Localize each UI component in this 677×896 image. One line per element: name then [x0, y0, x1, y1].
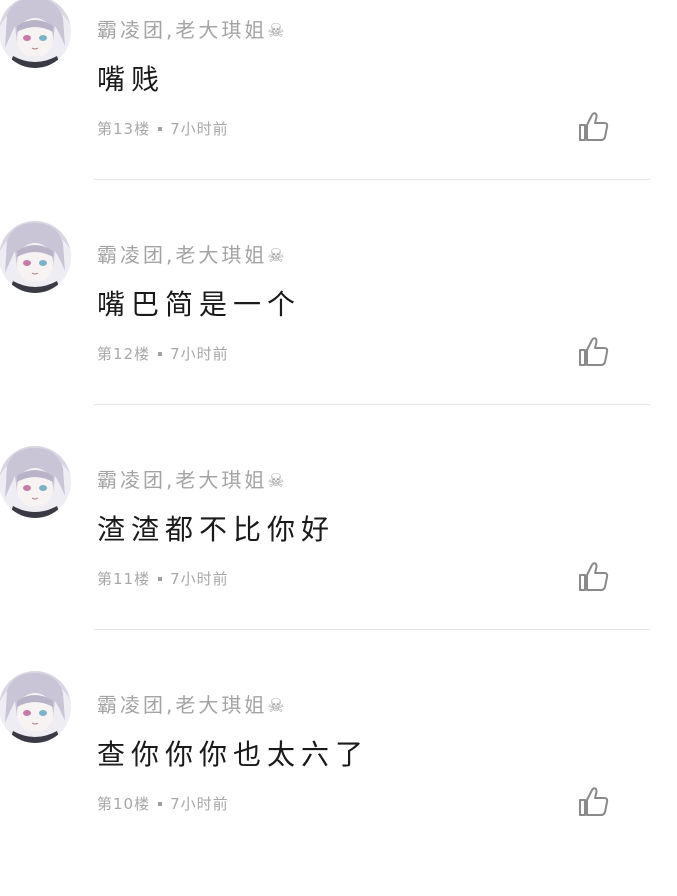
comment-text: 嘴巴简是一个: [97, 288, 302, 321]
username-text: 霸凌团,老大琪姐: [97, 468, 268, 492]
comment-list: 霸凌团,老大琪姐☠ 嘴贱 第13楼 7小时前 霸凌团,老大琪姐☠ 嘴巴简是一个 …: [0, 0, 677, 896]
thumbs-up-icon: [579, 112, 609, 141]
floor-number: 第10楼: [97, 795, 151, 813]
username-text: 霸凌团,老大琪姐: [97, 693, 268, 717]
floor-number: 第13楼: [97, 120, 151, 138]
comment-item: 霸凌团,老大琪姐☠ 查你你你也太六了 第10楼 7小时前: [0, 671, 677, 896]
comment-meta: 第10楼 7小时前: [97, 795, 229, 813]
separator-dot: [158, 126, 163, 131]
username[interactable]: 霸凌团,老大琪姐☠: [97, 468, 284, 493]
like-button[interactable]: [576, 559, 612, 595]
comment-meta: 第13楼 7小时前: [97, 120, 229, 138]
avatar-image: [0, 671, 71, 743]
divider: [94, 404, 650, 405]
comment-item: 霸凌团,老大琪姐☠ 嘴贱 第13楼 7小时前: [0, 0, 677, 221]
username[interactable]: 霸凌团,老大琪姐☠: [97, 243, 284, 268]
separator-dot: [158, 351, 163, 356]
timestamp: 7小时前: [170, 345, 229, 363]
comment-text: 渣渣都不比你好: [97, 513, 336, 546]
comment-text: 嘴贱: [97, 63, 166, 96]
separator-dot: [158, 576, 163, 581]
like-button[interactable]: [576, 109, 612, 145]
thumbs-up-icon: [579, 562, 609, 591]
divider: [94, 179, 650, 180]
like-button[interactable]: [576, 334, 612, 370]
comment-meta: 第12楼 7小时前: [97, 345, 229, 363]
divider: [94, 629, 650, 630]
skull-crossbones-icon: ☠: [267, 695, 285, 717]
avatar-image: [0, 0, 71, 68]
skull-crossbones-icon: ☠: [267, 20, 285, 42]
thumbs-up-icon: [579, 337, 609, 366]
avatar[interactable]: [0, 446, 71, 518]
like-button[interactable]: [576, 784, 612, 820]
comment-text: 查你你你也太六了: [97, 738, 370, 771]
separator-dot: [158, 801, 163, 806]
floor-number: 第12楼: [97, 345, 151, 363]
username[interactable]: 霸凌团,老大琪姐☠: [97, 693, 284, 718]
avatar-image: [0, 221, 71, 293]
avatar[interactable]: [0, 671, 71, 743]
comment-item: 霸凌团,老大琪姐☠ 嘴巴简是一个 第12楼 7小时前: [0, 221, 677, 446]
thumbs-up-icon: [579, 787, 609, 816]
skull-crossbones-icon: ☠: [267, 470, 285, 492]
avatar-image: [0, 446, 71, 518]
comment-meta: 第11楼 7小时前: [97, 570, 229, 588]
username-text: 霸凌团,老大琪姐: [97, 243, 268, 267]
comment-item: 霸凌团,老大琪姐☠ 渣渣都不比你好 第11楼 7小时前: [0, 446, 677, 671]
floor-number: 第11楼: [97, 570, 151, 588]
timestamp: 7小时前: [170, 120, 229, 138]
avatar[interactable]: [0, 221, 71, 293]
username-text: 霸凌团,老大琪姐: [97, 18, 268, 42]
skull-crossbones-icon: ☠: [267, 245, 285, 267]
username[interactable]: 霸凌团,老大琪姐☠: [97, 18, 284, 43]
avatar[interactable]: [0, 0, 71, 68]
timestamp: 7小时前: [170, 570, 229, 588]
timestamp: 7小时前: [170, 795, 229, 813]
